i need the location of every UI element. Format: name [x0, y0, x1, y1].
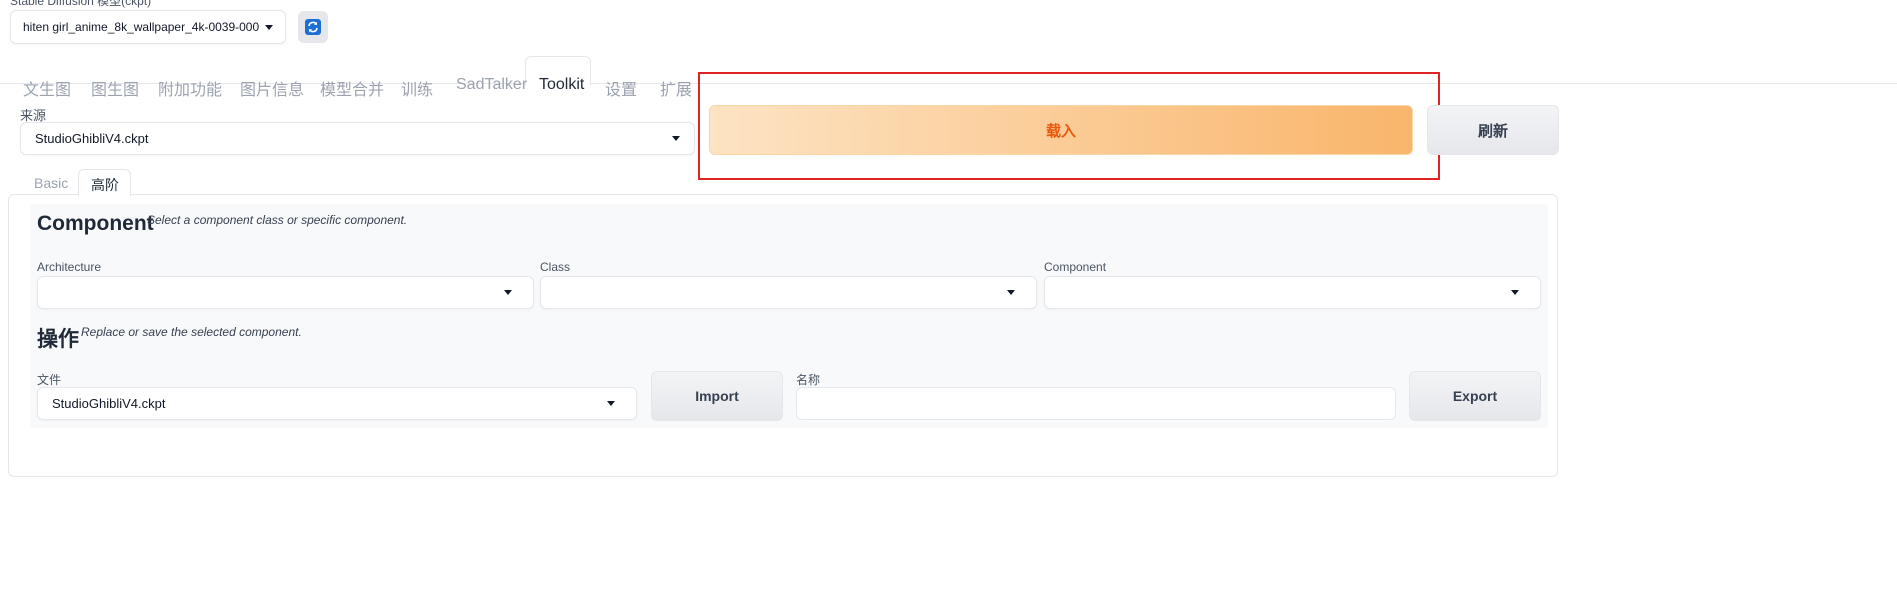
- tab-settings[interactable]: 设置: [605, 76, 637, 100]
- model-label: Stable Diffusion 模型(ckpt): [10, 0, 152, 8]
- class-label: Class: [540, 260, 571, 274]
- file-select-value: StudioGhibliV4.ckpt: [52, 396, 166, 411]
- tab-sadtalker[interactable]: SadTalker: [456, 76, 527, 94]
- model-select-value: hiten girl_anime_8k_wallpaper_4k-0039-00…: [23, 20, 259, 34]
- subtab-advanced[interactable]: 高阶: [91, 175, 119, 195]
- subtab-basic[interactable]: Basic: [34, 175, 68, 191]
- tab-merge[interactable]: 模型合并: [320, 76, 384, 100]
- refresh-button[interactable]: 刷新: [1427, 105, 1559, 155]
- model-select[interactable]: hiten girl_anime_8k_wallpaper_4k-0039-00…: [10, 10, 286, 44]
- chevron-down-icon: [607, 401, 615, 406]
- source-select-value: StudioGhibliV4.ckpt: [35, 131, 149, 146]
- source-select[interactable]: StudioGhibliV4.ckpt: [20, 122, 695, 155]
- refresh-model-button[interactable]: [298, 11, 328, 43]
- refresh-icon: [305, 19, 321, 35]
- tab-extensions[interactable]: 扩展: [660, 76, 692, 100]
- component-select[interactable]: [1044, 276, 1541, 309]
- tab-img2img[interactable]: 图生图: [91, 76, 139, 100]
- tab-train[interactable]: 训练: [401, 76, 433, 100]
- tab-toolkit[interactable]: Toolkit: [539, 76, 584, 94]
- component-description: Select a component class or specific com…: [147, 213, 408, 227]
- chevron-down-icon: [1007, 290, 1015, 295]
- class-select[interactable]: [540, 276, 1037, 309]
- component-label: Component: [1044, 260, 1107, 274]
- file-select[interactable]: StudioGhibliV4.ckpt: [37, 387, 637, 420]
- name-input[interactable]: [796, 387, 1396, 420]
- file-label: 文件: [37, 373, 62, 387]
- import-button[interactable]: Import: [651, 371, 783, 421]
- architecture-label: Architecture: [37, 260, 102, 274]
- architecture-select[interactable]: [37, 276, 534, 309]
- chevron-down-icon: [265, 24, 273, 30]
- chevron-down-icon: [672, 136, 680, 141]
- chevron-down-icon: [1511, 290, 1519, 295]
- highlight-box: [698, 72, 1440, 180]
- component-title: Component: [37, 212, 154, 235]
- chevron-down-icon: [504, 290, 512, 295]
- tab-png-info[interactable]: 图片信息: [240, 76, 304, 100]
- tab-txt2img[interactable]: 文生图: [23, 76, 71, 100]
- name-label: 名称: [796, 373, 821, 387]
- operation-title: 操作: [37, 328, 79, 351]
- export-button[interactable]: Export: [1409, 371, 1541, 421]
- tab-extras[interactable]: 附加功能: [158, 76, 222, 100]
- operation-description: Replace or save the selected component.: [81, 325, 302, 339]
